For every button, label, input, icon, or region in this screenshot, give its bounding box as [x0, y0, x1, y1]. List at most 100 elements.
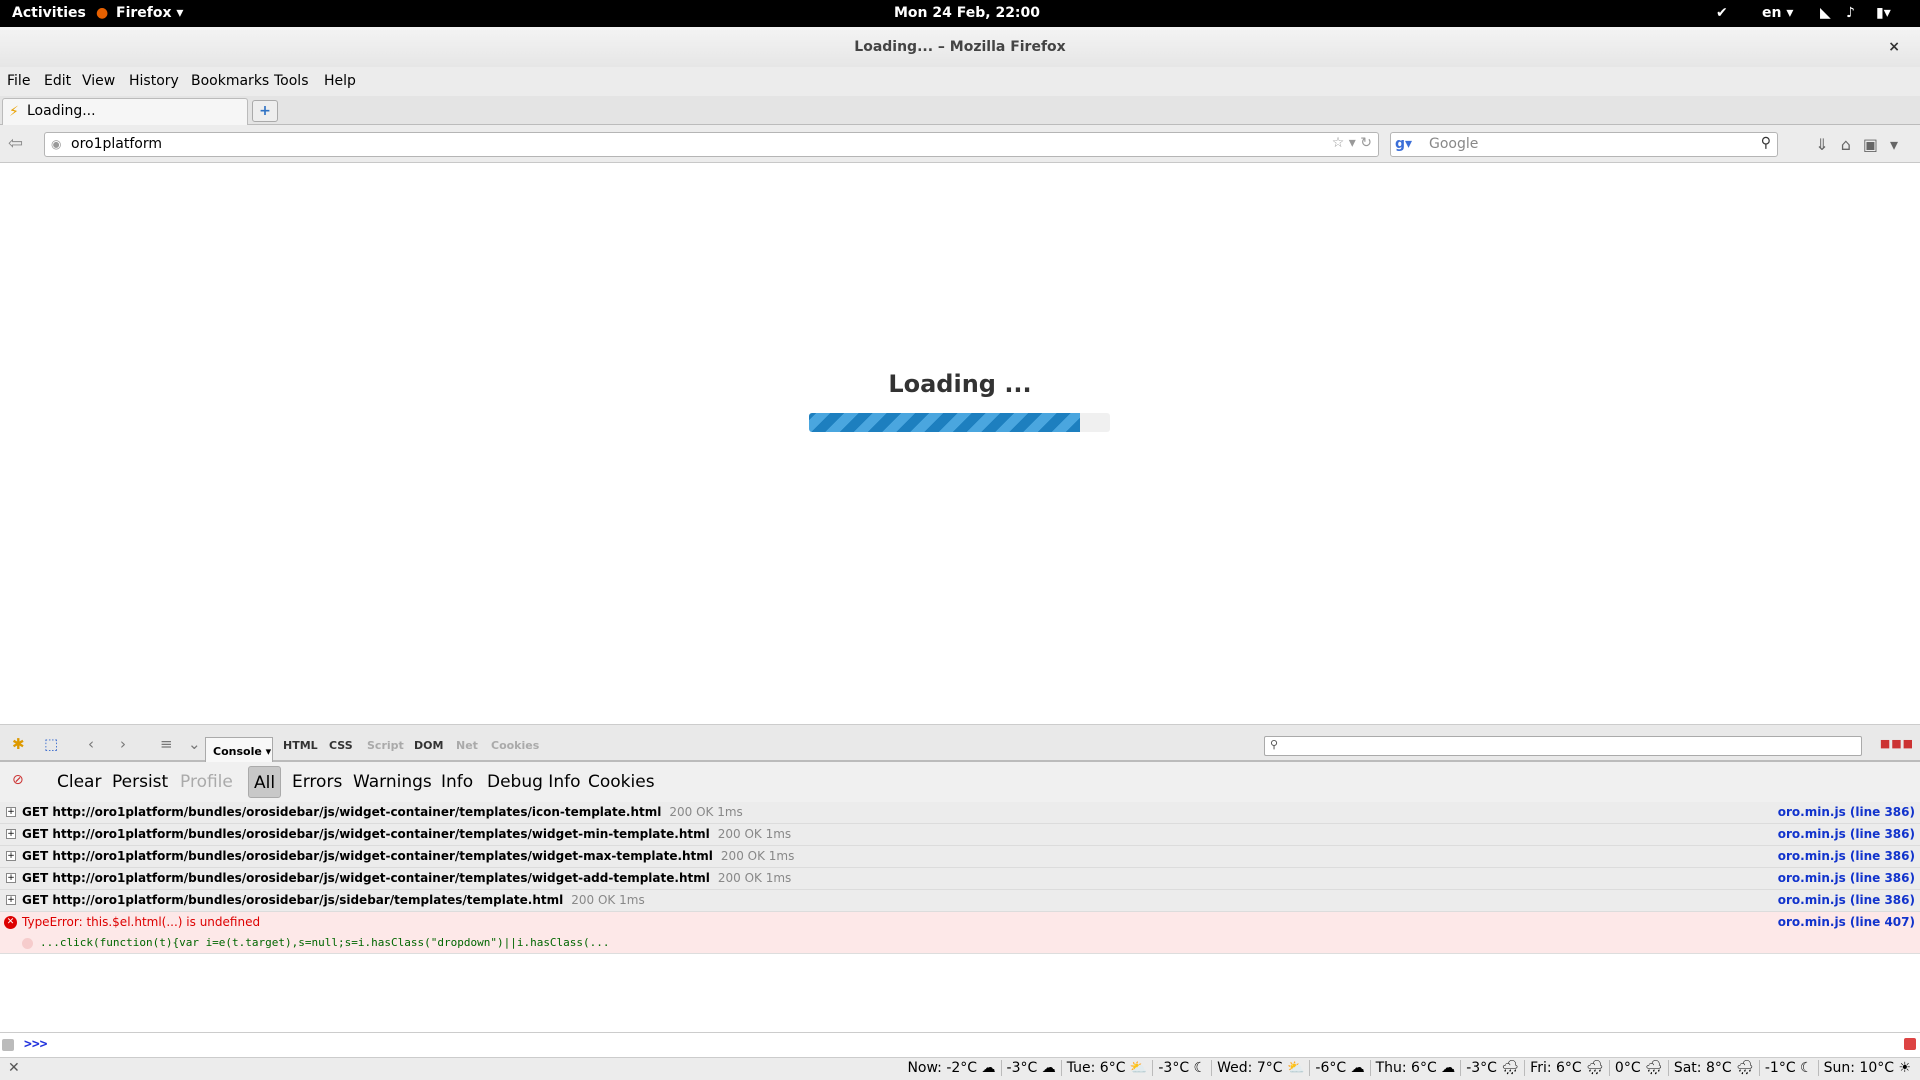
activities-button[interactable]: Activities [12, 5, 86, 21]
weather-item: Thu: 6°C ☁ [1369, 1060, 1461, 1076]
source-link[interactable]: oro.min.js (line 386) [1778, 890, 1915, 911]
window-close-button[interactable]: × [1888, 27, 1900, 67]
url-bar[interactable]: ◉ oro1platform ☆ ▾ ↻ [44, 132, 1379, 157]
expand-icon[interactable]: + [6, 895, 16, 905]
filter-errors[interactable]: Errors [292, 772, 342, 792]
request-status: 200 OK 1ms [571, 893, 645, 907]
filter-info[interactable]: Info [441, 772, 473, 792]
window-buttons[interactable]: ■■■ [1880, 737, 1914, 750]
filter-cookies[interactable]: Cookies [588, 772, 655, 792]
menu-file[interactable]: File [7, 73, 30, 89]
search-input[interactable]: g▾ Google ⚲ [1390, 132, 1778, 157]
filter-all[interactable]: All [248, 766, 282, 798]
close-addon-bar-icon[interactable]: ✕ [8, 1060, 20, 1076]
tab-script[interactable]: Script [367, 739, 404, 752]
toolbar-icons[interactable]: ⇓⌂▣▾ [1815, 135, 1910, 154]
loading-progress-bar [809, 413, 1110, 432]
weather-item: -1°C ☾ [1758, 1060, 1818, 1076]
window-titlebar: Loading... – Mozilla Firefox × [0, 27, 1920, 67]
error-code: ...click(function(t){var i=e(t.target),s… [40, 936, 610, 949]
clear-button[interactable]: Clear [57, 772, 101, 792]
menu-bookmarks[interactable]: Bookmarks [191, 73, 269, 89]
clear-console-icon[interactable]: ⊘ [12, 772, 24, 788]
new-tab-button[interactable]: + [252, 100, 278, 122]
back-icon[interactable]: ‹ [88, 735, 94, 753]
weather-item: -6°C ☁ [1309, 1060, 1369, 1076]
tab-dom[interactable]: DOM [414, 739, 443, 752]
menu-history[interactable]: History [129, 73, 179, 89]
progress-fill [809, 413, 1080, 432]
list-icon[interactable]: ≡ [160, 735, 173, 753]
log-row[interactable]: + GET http://oro1platform/bundles/oroside… [0, 824, 1920, 846]
inspect-icon[interactable]: ⬚ [44, 735, 58, 753]
expand-icon[interactable]: + [6, 829, 16, 839]
weather-now: Now: -2°C ☁ [907, 1060, 996, 1076]
source-link[interactable]: oro.min.js (line 386) [1778, 868, 1915, 889]
google-icon[interactable]: g▾ [1395, 136, 1412, 152]
weather-forecast[interactable]: Now: -2°C ☁ -3°C ☁ Tue: 6°C ⛅ -3°C ☾ Wed… [902, 1060, 1916, 1076]
back-icon[interactable]: ⇦ [8, 133, 23, 154]
log-row[interactable]: + GET http://oro1platform/bundles/oroside… [0, 890, 1920, 912]
wifi-icon[interactable]: ◣ [1820, 5, 1831, 21]
search-icon[interactable]: ⚲ [1761, 135, 1771, 151]
expand-icon[interactable]: + [6, 807, 16, 817]
log-row[interactable]: + GET http://oro1platform/bundles/oroside… [0, 802, 1920, 824]
log-row[interactable]: + GET http://oro1platform/bundles/oroside… [0, 846, 1920, 868]
log-row[interactable]: + GET http://oro1platform/bundles/oroside… [0, 868, 1920, 890]
app-menu[interactable]: Firefox ▾ [116, 5, 183, 21]
menu-view[interactable]: View [82, 73, 115, 89]
menu-help[interactable]: Help [324, 73, 356, 89]
command-prompt: >>> [24, 1037, 48, 1052]
volume-icon[interactable]: ♪ [1846, 5, 1855, 21]
firebug-icon[interactable]: ✱ [12, 735, 25, 753]
source-link[interactable]: oro.min.js (line 407) [1778, 912, 1915, 933]
request-status: 200 OK 1ms [720, 849, 795, 863]
expand-editor-icon[interactable] [1904, 1038, 1916, 1050]
filter-debug-info[interactable]: Debug Info [487, 772, 580, 792]
firebug-search-input[interactable]: ⚲ [1264, 736, 1862, 756]
source-link[interactable]: oro.min.js (line 386) [1778, 824, 1915, 845]
loading-text: Loading ... [888, 370, 1032, 398]
navigation-toolbar: ⇦ ◉ oro1platform ☆ ▾ ↻ g▾ Google ⚲ ⇓⌂▣▾ [0, 125, 1920, 163]
tab-loading[interactable]: ⚡ Loading... [2, 98, 248, 125]
weather-item: -3°C 🌧 [1460, 1060, 1524, 1076]
menu-bar: File Edit View History Bookmarks Tools H… [0, 67, 1920, 96]
page-content [0, 164, 1920, 724]
weather-item: 0°C 🌧 [1608, 1060, 1668, 1076]
firebug-toolbar: ✱ ⬚ ‹ › ≡ ⌄ Console ▾ HTML CSS Script DO… [0, 724, 1920, 762]
persist-button[interactable]: Persist [112, 772, 168, 792]
tab-bar: ⚡ Loading... + [0, 96, 1920, 125]
tab-console[interactable]: Console ▾ [205, 737, 273, 762]
battery-icon[interactable]: ▮▾ [1876, 5, 1891, 21]
menu-tools[interactable]: Tools [274, 73, 309, 89]
weather-item: -3°C ☾ [1152, 1060, 1211, 1076]
error-row[interactable]: ✕ TypeError: this.$el.html(...) is undefi… [0, 912, 1920, 934]
tab-css[interactable]: CSS [329, 739, 353, 752]
request-url: GET http://oro1platform/bundles/orosideb… [22, 849, 713, 863]
tab-html[interactable]: HTML [283, 739, 318, 752]
language-selector[interactable]: en ▾ [1762, 5, 1793, 21]
chevron-down-icon[interactable]: ⌄ [188, 735, 201, 753]
forward-icon[interactable]: › [120, 735, 126, 753]
breakpoint-icon[interactable] [22, 938, 33, 949]
command-editor-icon[interactable] [2, 1039, 14, 1051]
weather-item: Sat: 8°C 🌧 [1667, 1060, 1759, 1076]
notification-icon[interactable]: ✔ [1716, 5, 1728, 21]
request-status: 200 OK 1ms [717, 871, 792, 885]
error-message: TypeError: this.$el.html(...) is undefin… [22, 915, 261, 929]
tab-cookies[interactable]: Cookies [491, 739, 539, 752]
profile-button[interactable]: Profile [180, 772, 233, 792]
source-link[interactable]: oro.min.js (line 386) [1778, 846, 1915, 867]
request-url: GET http://oro1platform/bundles/orosideb… [22, 893, 564, 907]
search-placeholder: Google [1429, 136, 1479, 152]
source-link[interactable]: oro.min.js (line 386) [1778, 802, 1915, 823]
clock[interactable]: Mon 24 Feb, 22:00 [894, 5, 1040, 21]
tab-net[interactable]: Net [456, 739, 478, 752]
request-url: GET http://oro1platform/bundles/orosideb… [22, 805, 662, 819]
command-line[interactable]: >>> [0, 1032, 1920, 1057]
bookmark-star-reload-icons[interactable]: ☆ ▾ ↻ [1332, 135, 1372, 151]
expand-icon[interactable]: + [6, 851, 16, 861]
menu-edit[interactable]: Edit [44, 73, 71, 89]
filter-warnings[interactable]: Warnings [353, 772, 432, 792]
expand-icon[interactable]: + [6, 873, 16, 883]
